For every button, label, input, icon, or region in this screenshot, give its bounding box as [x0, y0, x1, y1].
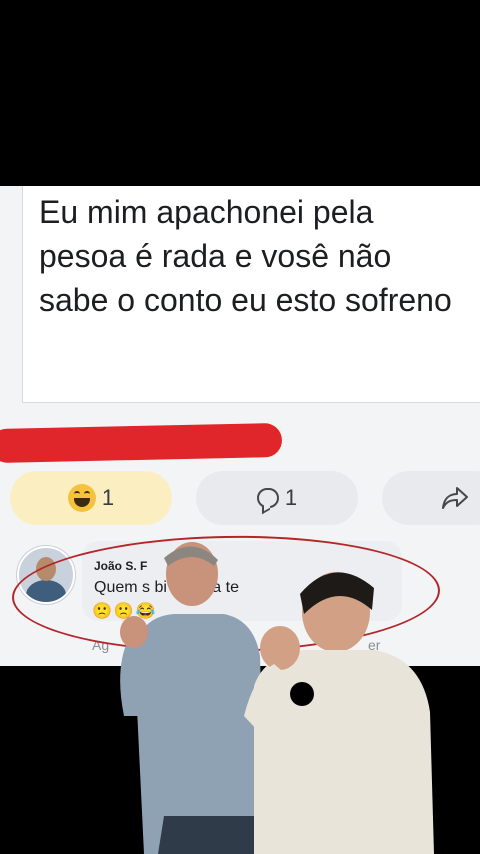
celebrating-men-sticker [120, 542, 434, 854]
share-icon [442, 487, 468, 509]
laugh-reaction-button[interactable]: 1 [10, 471, 172, 525]
laugh-count: 1 [101, 485, 115, 510]
comment-icon [256, 488, 279, 508]
share-button[interactable] [382, 471, 480, 525]
post-card: Eu mim apachonei pela pesoa é rada e vos… [22, 186, 480, 403]
page: { "post": { "text": "Eu mim apachonei pe… [0, 0, 480, 854]
comment-button[interactable]: 1 [196, 471, 358, 525]
red-highlight-scribble [0, 422, 283, 464]
comment-count: 1 [284, 485, 298, 510]
post-text: Eu mim apachonei pela pesoa é rada e vos… [39, 194, 452, 318]
laughing-emoji-icon [67, 484, 96, 512]
